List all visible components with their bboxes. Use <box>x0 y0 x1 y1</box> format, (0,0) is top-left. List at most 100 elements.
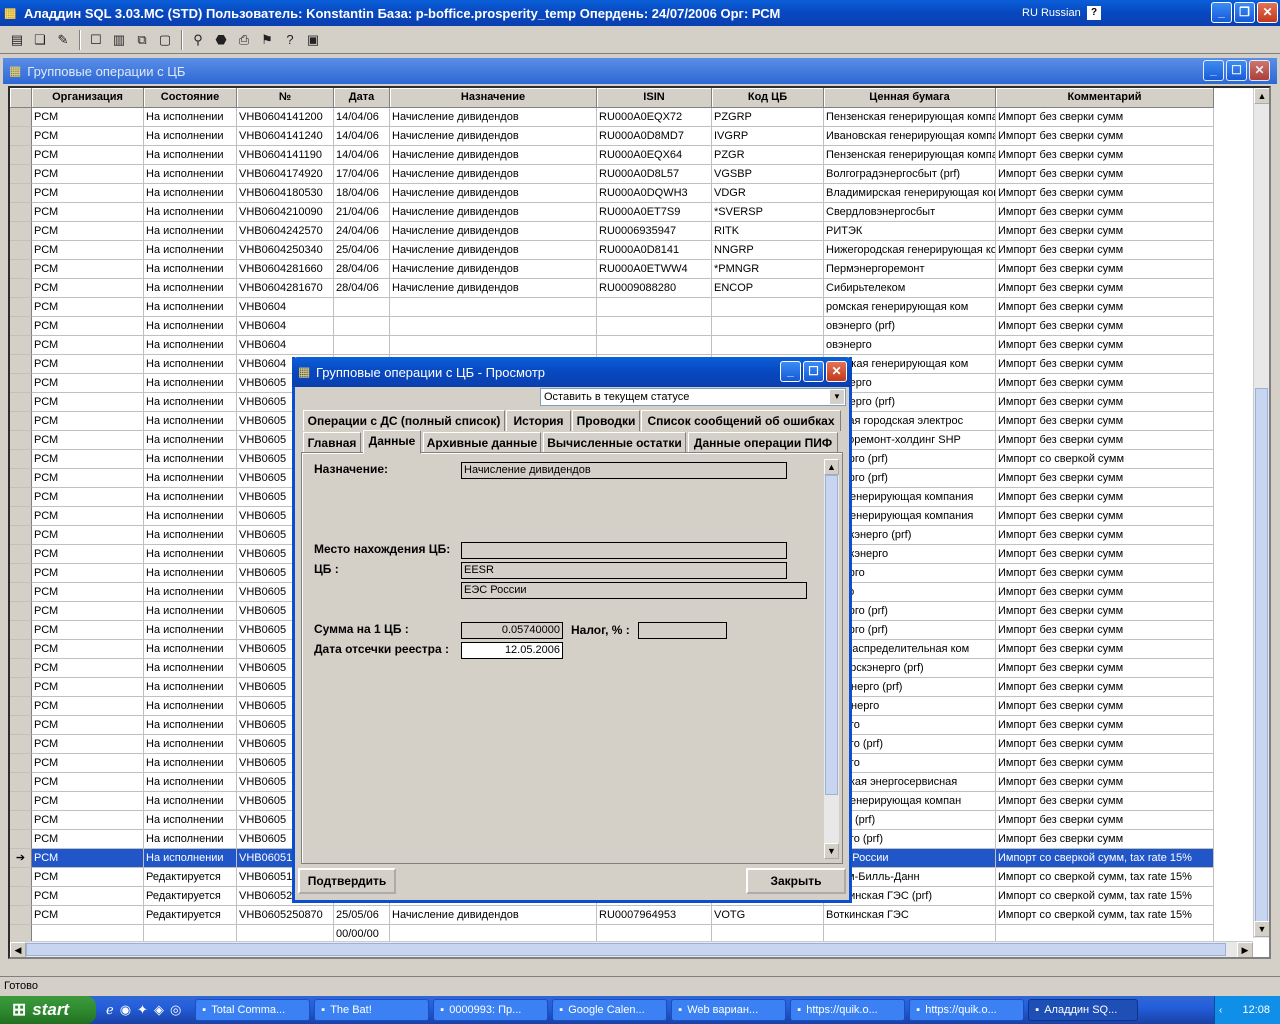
row-indicator[interactable] <box>10 127 32 146</box>
column-header[interactable]: Код ЦБ <box>712 88 824 108</box>
row-indicator[interactable] <box>10 697 32 716</box>
confirm-button[interactable]: Подтвердить <box>298 868 396 894</box>
table-row[interactable]: РСМ На исполнении VHB0604174920 17/04/06 Нач… <box>10 165 1214 184</box>
row-indicator[interactable] <box>10 792 32 811</box>
row-indicator[interactable] <box>10 640 32 659</box>
row-indicator[interactable] <box>10 241 32 260</box>
row-indicator[interactable] <box>10 336 32 355</box>
dialog-maximize-button[interactable]: ☐ <box>803 361 824 382</box>
restore-button[interactable]: ❐ <box>1234 2 1255 23</box>
row-indicator[interactable] <box>10 184 32 203</box>
child-maximize-button[interactable]: ☐ <box>1226 60 1247 81</box>
row-indicator[interactable] <box>10 488 32 507</box>
panel-scroll-down-icon[interactable]: ▼ <box>824 843 839 859</box>
purpose-field[interactable]: Начисление дивидендов <box>461 462 787 479</box>
scroll-right-icon[interactable]: ▶ <box>1237 942 1253 957</box>
panel-scroll-thumb[interactable] <box>825 475 838 795</box>
row-indicator[interactable] <box>10 887 32 906</box>
row-indicator[interactable] <box>10 355 32 374</box>
row-indicator[interactable] <box>10 393 32 412</box>
table-row[interactable]: РСМ На исполнении VHB0604141200 14/04/06 Нач… <box>10 108 1214 127</box>
language-indicator[interactable]: RU Russian <box>1022 7 1081 19</box>
row-indicator[interactable] <box>10 222 32 241</box>
panel-scroll-up-icon[interactable]: ▲ <box>824 459 839 475</box>
start-button[interactable]: ⊞ start <box>0 996 96 1024</box>
row-indicator[interactable] <box>10 659 32 678</box>
horizontal-scrollbar[interactable]: ◀ ▶ <box>10 941 1253 957</box>
row-indicator[interactable] <box>10 545 32 564</box>
status-select[interactable]: Оставить в текущем статусе ▼ <box>540 388 846 406</box>
row-indicator[interactable] <box>10 317 32 336</box>
row-indicator[interactable] <box>10 279 32 298</box>
row-indicator[interactable] <box>10 602 32 621</box>
child-close-button[interactable]: ✕ <box>1249 60 1270 81</box>
taskbar-item[interactable]: ▪ Google Calen... <box>552 999 668 1021</box>
taskbar-item[interactable]: ▪ 0000993: Пр... <box>433 999 549 1021</box>
hscroll-thumb[interactable] <box>26 943 1226 956</box>
child-minimize-button[interactable]: _ <box>1203 60 1224 81</box>
tax-field[interactable] <box>638 622 727 639</box>
row-indicator[interactable] <box>10 830 32 849</box>
table-row[interactable]: РСМ На исполнении VHB0604 овэнерго (prf) Имп… <box>10 317 1214 336</box>
scroll-thumb[interactable] <box>1255 388 1268 933</box>
row-indicator[interactable] <box>10 108 32 127</box>
column-header[interactable]: Ценная бумага <box>824 88 996 108</box>
frame-icon[interactable]: ▢ <box>154 29 176 51</box>
app-icon-3[interactable]: ◈ <box>154 1002 164 1018</box>
taskbar-item[interactable]: ▪ https://quik.o... <box>790 999 906 1021</box>
row-indicator[interactable] <box>10 906 32 925</box>
record-date-field[interactable]: 12.05.2006 <box>461 642 563 659</box>
row-indicator[interactable] <box>10 583 32 602</box>
security-name-field[interactable]: ЕЭС России <box>461 582 807 599</box>
window-icon[interactable]: ☐ <box>85 29 107 51</box>
table-row[interactable]: РСМ На исполнении VHB0604 ромская генерирую… <box>10 298 1214 317</box>
table-row[interactable]: РСМ На исполнении VHB0604180530 18/04/06 Нач… <box>10 184 1214 203</box>
table-row[interactable]: РСМ На исполнении VHB0604141190 14/04/06 Нач… <box>10 146 1214 165</box>
tab[interactable]: Данные <box>363 430 421 454</box>
column-header[interactable]: Назначение <box>390 88 597 108</box>
row-indicator[interactable] <box>10 298 32 317</box>
cascade-icon[interactable]: ⧉ <box>131 29 153 51</box>
row-indicator[interactable] <box>10 450 32 469</box>
taskbar-item[interactable]: ▪ https://quik.o... <box>909 999 1025 1021</box>
row-indicator[interactable] <box>10 260 32 279</box>
tab[interactable]: Проводки <box>572 410 640 431</box>
row-indicator[interactable] <box>10 203 32 222</box>
row-indicator[interactable] <box>10 754 32 773</box>
ie-icon[interactable]: ℯ <box>106 1002 114 1018</box>
vertical-scrollbar[interactable]: ▲ ▼ <box>1253 88 1269 938</box>
scroll-down-icon[interactable]: ▼ <box>1254 921 1269 937</box>
row-indicator[interactable] <box>10 678 32 697</box>
row-indicator[interactable] <box>10 773 32 792</box>
table-row[interactable]: РСМ На исполнении VHB0604281670 28/04/06 Нач… <box>10 279 1214 298</box>
table-row[interactable]: РСМ Редактируется VHB0605250870 25/05/06 Нач… <box>10 906 1214 925</box>
tab[interactable]: Операции с ДС (полный список) <box>303 410 505 431</box>
flags-icon[interactable]: ⚑ <box>256 29 278 51</box>
current-row-arrow-icon[interactable]: ➔ <box>10 849 32 868</box>
exit-icon[interactable]: ▣ <box>302 29 324 51</box>
table-row[interactable]: РСМ На исполнении VHB0604210090 21/04/06 Нач… <box>10 203 1214 222</box>
tab[interactable]: Архивные данные <box>423 432 541 453</box>
security-code-field[interactable]: EESR <box>461 562 787 579</box>
tab[interactable]: Данные операции ПИФ <box>688 432 838 453</box>
row-indicator[interactable] <box>10 735 32 754</box>
taskbar-item[interactable]: ▪ The Bat! <box>314 999 430 1021</box>
row-indicator[interactable] <box>10 564 32 583</box>
taskbar-item[interactable]: ▪ Total Comma... <box>195 999 311 1021</box>
row-indicator[interactable] <box>10 431 32 450</box>
chevron-down-icon[interactable]: ▼ <box>830 390 844 404</box>
tab[interactable]: Список сообщений об ошибках <box>641 410 841 431</box>
tools-icon[interactable]: ✎ <box>52 29 74 51</box>
row-indicator[interactable] <box>10 165 32 184</box>
tile-icon[interactable]: ▥ <box>108 29 130 51</box>
minimize-button[interactable]: _ <box>1211 2 1232 23</box>
scroll-up-icon[interactable]: ▲ <box>1254 88 1269 104</box>
row-indicator[interactable] <box>10 716 32 735</box>
close-dialog-button[interactable]: Закрыть <box>746 868 846 894</box>
table-row[interactable]: РСМ На исполнении VHB0604242570 24/04/06 Нач… <box>10 222 1214 241</box>
column-header[interactable]: Состояние <box>144 88 237 108</box>
table-row[interactable]: РСМ На исполнении VHB0604281660 28/04/06 Нач… <box>10 260 1214 279</box>
help-icon[interactable]: ? <box>1087 6 1101 20</box>
row-indicator[interactable] <box>10 526 32 545</box>
app-icon-1[interactable]: ◉ <box>120 1002 131 1018</box>
